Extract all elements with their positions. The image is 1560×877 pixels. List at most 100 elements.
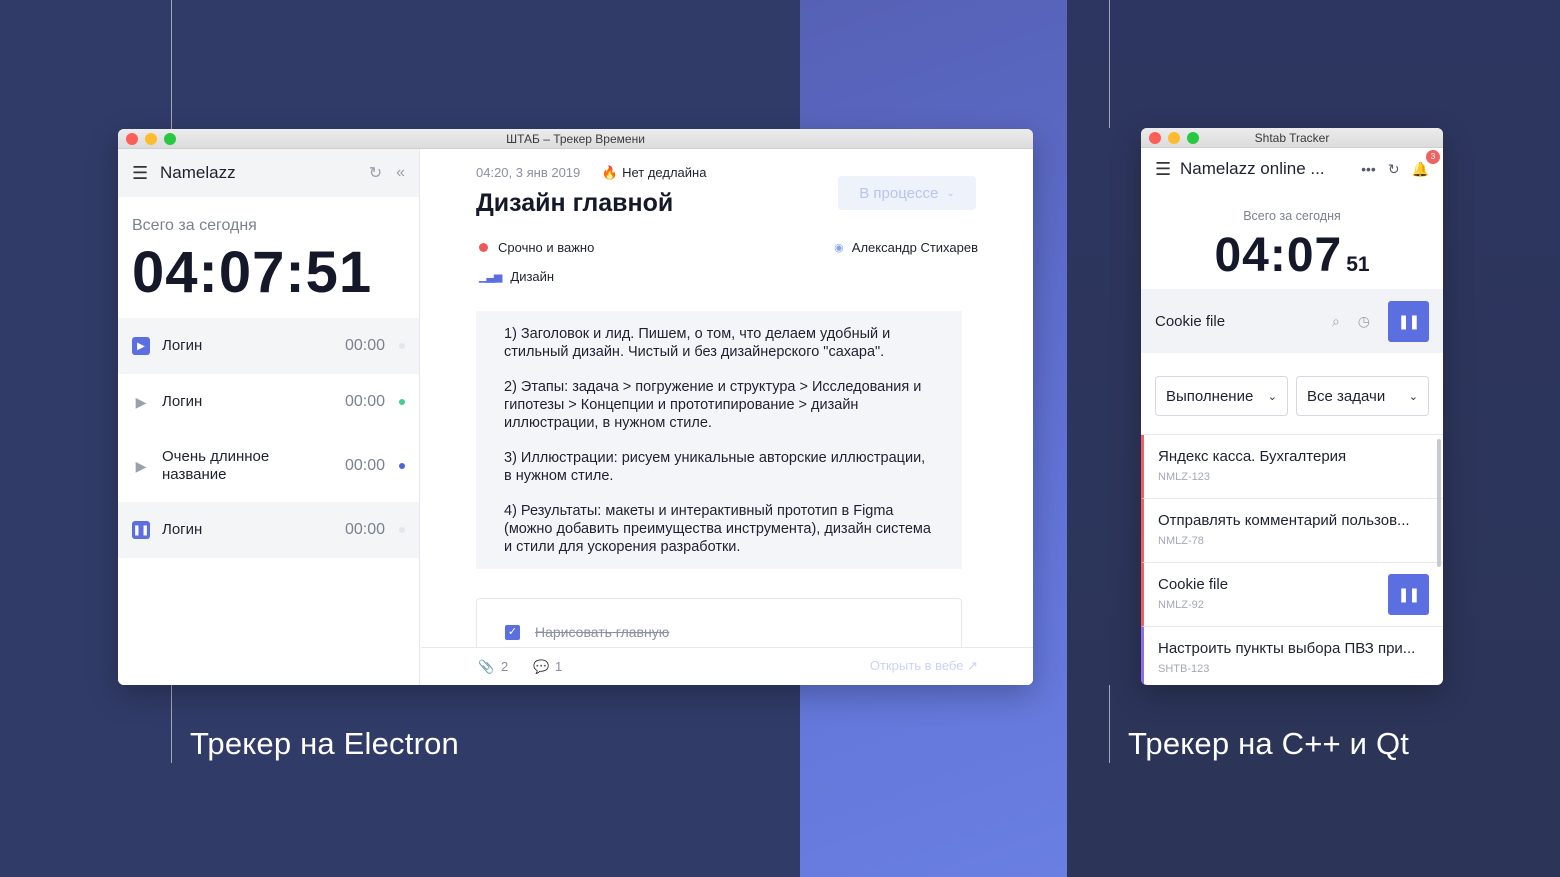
task-time: 00:00 — [344, 337, 385, 354]
sidebar-header: ☰ Namelazz ↻ « — [118, 149, 419, 197]
external-link-icon: ↗ — [967, 658, 978, 673]
checklist-item-label[interactable]: Нарисовать главную — [535, 624, 669, 640]
hamburger-menu-icon[interactable]: ☰ — [132, 163, 160, 184]
assignee-tag[interactable]: ◉ Александр Стихарев — [834, 240, 978, 255]
total-today-label: Всего за сегодня — [132, 217, 257, 234]
window-title: Shtab Tracker — [1254, 131, 1330, 145]
category-tag[interactable]: ▁▃▅ Дизайн — [479, 269, 554, 284]
task-label: Логин — [162, 393, 203, 410]
current-task-name[interactable]: Cookie file — [1155, 313, 1332, 330]
qt-tracker-window: Shtab Tracker ☰ Namelazz online ... ••• … — [1141, 128, 1443, 685]
caption-electron: Трекер на Electron — [190, 726, 459, 761]
total-time-main: 04:07 — [1214, 229, 1343, 282]
task-key: NMLZ-123 — [1158, 471, 1210, 483]
open-in-web-link[interactable]: Открыть в вебе ↗ — [870, 658, 978, 674]
deadline-label[interactable]: Нет дедлайна — [622, 165, 706, 180]
priority-label: Срочно и важно — [498, 240, 595, 255]
play-icon[interactable]: ▶ — [132, 337, 150, 355]
divider-line — [1109, 0, 1110, 128]
status-dot — [399, 399, 405, 405]
status-filter-value: Выполнение — [1166, 387, 1254, 405]
list-item[interactable]: ▶ Очень длинное название 00:00 — [118, 430, 419, 502]
description-paragraph: 4) Результаты: макеты и интерактивный пр… — [504, 503, 931, 555]
eye-icon: ◉ — [834, 242, 844, 254]
task-list: Яндекс касса. Бухгалтерия NMLZ-123 Отпра… — [1141, 434, 1443, 685]
description-paragraph: 3) Иллюстрации: рисуем уникальные авторс… — [504, 450, 926, 484]
search-icon[interactable]: ⌕ — [1332, 313, 1340, 330]
comment-icon[interactable]: 💬 — [533, 659, 549, 675]
pause-icon[interactable]: ❚❚ — [132, 521, 150, 539]
task-datetime: 04:20, 3 янв 2019 — [476, 165, 581, 180]
task-detail-panel: 04:20, 3 янв 2019 🔥 Нет дедлайна Дизайн г… — [421, 149, 1033, 685]
status-dropdown[interactable]: В процессе ⌄ — [838, 176, 976, 210]
attachments-count: 2 — [501, 659, 509, 674]
list-item[interactable]: Отправлять комментарий пользов... NMLZ-7… — [1141, 499, 1443, 563]
attachment-icon[interactable]: 📎 — [478, 659, 494, 675]
task-title: Отправлять комментарий пользов... — [1158, 512, 1410, 529]
notification-badge: 3 — [1426, 149, 1440, 164]
window-titlebar: ШТАБ – Трекер Времени — [118, 129, 1033, 149]
list-item[interactable]: Настроить пункты выбора ПВЗ при... SHTB-… — [1141, 627, 1443, 685]
task-time: 00:00 — [344, 521, 385, 538]
bar-chart-icon: ▁▃▅ — [479, 271, 502, 283]
tasks-filter-select[interactable]: Все задачи ⌄ — [1296, 376, 1429, 416]
qt-header: ☰ Namelazz online ... ••• ↻ 🔔 3 — [1141, 148, 1443, 190]
status-filter-select[interactable]: Выполнение ⌄ — [1155, 376, 1288, 416]
status-dot — [399, 343, 405, 349]
total-time-seconds: 51 — [1346, 253, 1370, 276]
task-title[interactable]: Дизайн главной — [476, 189, 673, 218]
task-key: SHTB-123 — [1158, 663, 1210, 675]
list-item[interactable]: Cookie file NMLZ-92 ❚❚ — [1141, 563, 1443, 627]
task-description[interactable]: 1) Заголовок и лид. Пишем, о том, что де… — [476, 311, 962, 569]
fire-icon: 🔥 — [601, 165, 619, 180]
list-item[interactable]: ▶ Логин 00:00 — [118, 318, 419, 374]
workspace-name[interactable]: Namelazz — [160, 163, 355, 183]
divider-line — [171, 0, 172, 129]
task-title: Яндекс касса. Бухгалтерия — [1158, 448, 1347, 465]
chevron-down-icon: ⌄ — [946, 187, 955, 199]
description-paragraph: 1) Заголовок и лид. Пишем, о том, что де… — [504, 326, 891, 360]
total-today-label: Всего за сегодня — [1243, 209, 1341, 223]
task-title: Cookie file — [1158, 576, 1229, 593]
assignee-name: Александр Стихарев — [851, 240, 978, 255]
task-label: Очень длинное название — [162, 448, 270, 483]
task-label: Логин — [162, 521, 203, 538]
refresh-icon[interactable]: ↻ — [1388, 161, 1400, 178]
scrollbar[interactable] — [1437, 439, 1441, 567]
status-dot — [399, 463, 405, 469]
electron-tracker-window: ШТАБ – Трекер Времени ☰ Namelazz ↻ « Все… — [118, 129, 1033, 685]
pause-button[interactable]: ❚❚ — [1388, 300, 1429, 342]
caption-qt: Трекер на C++ и Qt — [1128, 726, 1410, 761]
more-options-icon[interactable]: ••• — [1361, 161, 1376, 177]
refresh-icon[interactable]: ↻ — [369, 163, 382, 183]
play-icon[interactable]: ▶ — [132, 393, 150, 411]
filters: Выполнение ⌄ Все задачи ⌄ — [1155, 376, 1429, 416]
hamburger-menu-icon[interactable]: ☰ — [1155, 159, 1180, 180]
divider-line — [1109, 685, 1110, 763]
collapse-sidebar-icon[interactable]: « — [396, 164, 405, 182]
category-label: Дизайн — [510, 269, 555, 284]
task-label: Логин — [162, 337, 203, 354]
workspace-name[interactable]: Namelazz online ... — [1180, 159, 1349, 179]
bell-icon[interactable]: 🔔 3 — [1412, 149, 1440, 178]
window-title: ШТАБ – Трекер Времени — [506, 132, 645, 146]
comments-count: 1 — [555, 659, 563, 674]
play-icon[interactable]: ▶ — [132, 457, 150, 475]
priority-tag[interactable]: Срочно и важно — [479, 240, 594, 255]
priority-dot-icon — [479, 243, 488, 252]
status-dot — [399, 527, 405, 533]
divider-line — [171, 685, 172, 763]
list-item[interactable]: ▶ Логин 00:00 — [118, 374, 419, 430]
checkbox-checked-icon[interactable]: ✓ — [505, 625, 520, 640]
window-titlebar: Shtab Tracker — [1141, 128, 1443, 148]
description-paragraph: 2) Этапы: задача > погружение и структур… — [504, 379, 922, 431]
open-in-web-label: Открыть в вебе — [869, 658, 964, 673]
current-task-bar: Cookie file ⌕ ◷ ❚❚ — [1141, 289, 1443, 353]
pause-button[interactable]: ❚❚ — [1388, 574, 1429, 615]
list-item[interactable]: ❚❚ Логин 00:00 — [118, 502, 419, 558]
task-key: NMLZ-78 — [1158, 535, 1204, 547]
list-item[interactable]: Яндекс касса. Бухгалтерия NMLZ-123 — [1141, 435, 1443, 499]
task-title: Настроить пункты выбора ПВЗ при... — [1158, 640, 1416, 657]
task-list: ▶ Логин 00:00 ▶ Логин 00:00 ▶ Очень длин… — [118, 318, 419, 558]
clock-icon[interactable]: ◷ — [1358, 313, 1370, 330]
